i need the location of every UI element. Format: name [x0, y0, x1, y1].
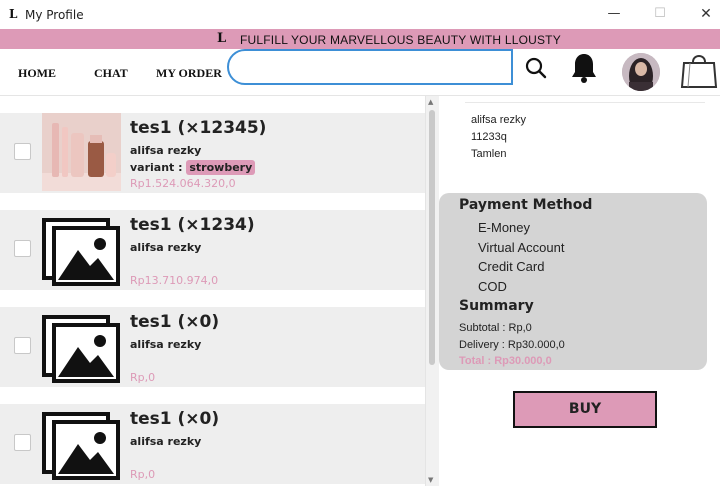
buy-button[interactable]: BUY [513, 391, 657, 428]
buyer-name: alifsa rezky [130, 435, 202, 448]
variant-row: variant : strowbery [130, 160, 256, 175]
close-button[interactable]: ✕ [696, 5, 716, 23]
item-checkbox[interactable] [14, 337, 31, 354]
maximize-button[interactable]: ☐ [650, 5, 670, 23]
cart-item: tes1 (×1234) alifsa rezky Rp13.710.974,0 [0, 210, 425, 290]
promo-banner: L FULFILL YOUR MARVELLOUS BEAUTY WITH LL… [0, 29, 720, 49]
app-logo: L [9, 7, 18, 21]
scroll-thumb[interactable] [429, 110, 435, 365]
item-checkbox[interactable] [14, 143, 31, 160]
cart-scrollbar[interactable]: ▲ ▼ [425, 96, 439, 486]
nav-chat[interactable]: CHAT [94, 66, 128, 81]
nav-bar: HOME CHAT MY ORDER [0, 49, 720, 96]
payment-option-cod[interactable]: COD [478, 279, 507, 294]
summary-total: Total : Rp30.000,0 [459, 355, 552, 367]
cart-item: tes1 (×12345) alifsa rezky variant : str… [0, 113, 425, 193]
buyer-name: alifsa rezky [130, 241, 202, 254]
summary-subtotal: Subtotal : Rp,0 [459, 322, 532, 334]
shopping-bag-icon [680, 55, 718, 88]
image-placeholder-icon [42, 218, 120, 286]
summary-title: Summary [459, 298, 534, 314]
address-line-1: 11233q [471, 131, 507, 143]
profile-avatar-button[interactable] [621, 52, 661, 96]
product-price: Rp1.524.064.320,0 [130, 177, 236, 190]
image-placeholder-icon [42, 412, 120, 480]
payment-summary-box: Payment Method E-Money Virtual Account C… [439, 193, 707, 370]
image-placeholder-icon [42, 315, 120, 383]
scroll-up-arrow-icon[interactable]: ▲ [428, 98, 433, 106]
cart-button[interactable] [679, 49, 719, 95]
product-title: tes1 (×0) [130, 409, 220, 429]
minimize-button[interactable]: — [604, 5, 624, 23]
product-photo [42, 113, 121, 191]
search-icon [525, 57, 547, 79]
product-price: Rp,0 [130, 371, 156, 384]
payment-option-credit-card[interactable]: Credit Card [478, 259, 544, 274]
address-line-2: Tamlen [471, 148, 507, 160]
brand-logo: L [217, 31, 227, 46]
variant-label: variant : [130, 161, 183, 174]
buyer-name: alifsa rezky [130, 144, 202, 157]
cart-list: tes1 (×12345) alifsa rezky variant : str… [0, 96, 425, 486]
product-price: Rp,0 [130, 468, 156, 481]
nav-home[interactable]: HOME [18, 66, 56, 81]
payment-option-virtual-account[interactable]: Virtual Account [478, 240, 564, 255]
title-bar: L My Profile — ☐ ✕ [0, 0, 720, 29]
shipping-address: alifsa rezky 11233q Tamlen [465, 102, 705, 163]
product-title: tes1 (×12345) [130, 118, 267, 138]
window-title: My Profile [25, 8, 84, 22]
cart-item: tes1 (×0) alifsa rezky Rp,0 [0, 307, 425, 387]
notification-button[interactable] [569, 51, 599, 89]
summary-delivery: Delivery : Rp30.000,0 [459, 339, 565, 351]
search-input[interactable] [227, 49, 513, 85]
search-button[interactable] [516, 50, 554, 86]
avatar [622, 53, 660, 91]
payment-method-title: Payment Method [459, 197, 593, 213]
item-checkbox[interactable] [14, 240, 31, 257]
payment-option-emoney[interactable]: E-Money [478, 220, 530, 235]
variant-badge: strowbery [186, 160, 256, 175]
product-title: tes1 (×0) [130, 312, 220, 332]
bell-icon [572, 54, 596, 83]
scroll-down-arrow-icon[interactable]: ▼ [428, 476, 433, 484]
product-price: Rp13.710.974,0 [130, 274, 219, 287]
nav-my-order[interactable]: MY ORDER [156, 66, 222, 81]
address-name: alifsa rezky [471, 114, 527, 126]
product-title: tes1 (×1234) [130, 215, 255, 235]
buyer-name: alifsa rezky [130, 338, 202, 351]
item-checkbox[interactable] [14, 434, 31, 451]
cart-item: tes1 (×0) alifsa rezky Rp,0 [0, 404, 425, 484]
banner-text: FULFILL YOUR MARVELLOUS BEAUTY WITH LLOU… [240, 33, 561, 47]
checkout-panel: alifsa rezky 11233q Tamlen Payment Metho… [439, 96, 720, 486]
